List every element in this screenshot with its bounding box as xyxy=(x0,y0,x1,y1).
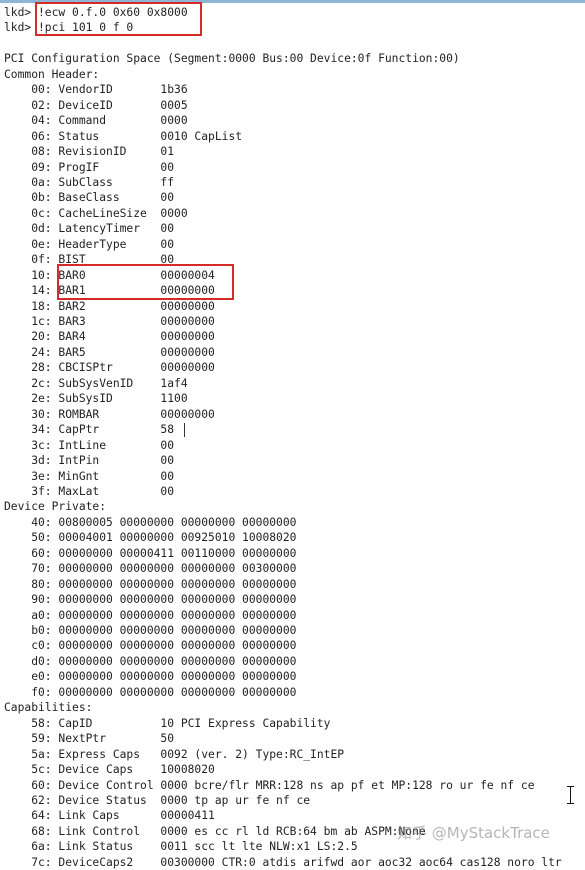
console-line[interactable]: Common Header: xyxy=(4,67,99,83)
console-line[interactable]: 02: DeviceID 0005 xyxy=(4,98,187,114)
console-line[interactable]: 6a: Link Status 0011 scc lt lte NLW:x1 L… xyxy=(4,839,357,855)
console-line[interactable]: 1c: BAR3 00000000 xyxy=(4,314,215,330)
console-line[interactable]: 3c: IntLine 00 xyxy=(4,438,174,454)
console-line[interactable]: 0c: CacheLineSize 0000 xyxy=(4,206,187,222)
console-line[interactable]: 70: 00000000 00000000 00000000 00300000 xyxy=(4,561,296,577)
console-line[interactable]: 0d: LatencyTimer 00 xyxy=(4,221,174,237)
console-line[interactable]: 60: Device Control 0000 bcre/flr MRR:128… xyxy=(4,778,534,794)
console-line[interactable]: b0: 00000000 00000000 00000000 00000000 xyxy=(4,623,296,639)
console-line[interactable]: 62: Device Status 0000 tp ap ur fe nf ce xyxy=(4,793,310,809)
console-line[interactable]: 00: VendorID 1b36 xyxy=(4,82,187,98)
console-line[interactable]: 08: RevisionID 01 xyxy=(4,144,174,160)
command-highlight-box xyxy=(35,2,202,36)
console-line[interactable]: 50: 00004001 00000000 00925010 10008020 xyxy=(4,530,296,546)
console-line[interactable]: 2c: SubSysVenID 1af4 xyxy=(4,376,187,392)
console-line[interactable]: 68: Link Control 0000 es cc rl ld RCB:64… xyxy=(4,824,425,840)
ibeam-cursor-icon xyxy=(566,786,575,804)
bar-registers-highlight-box xyxy=(57,264,234,300)
console-line[interactable]: d0: 00000000 00000000 00000000 00000000 xyxy=(4,654,296,670)
console-line[interactable]: 0b: BaseClass 00 xyxy=(4,190,174,206)
console-line[interactable]: 18: BAR2 00000000 xyxy=(4,299,215,315)
console-line[interactable]: 90: 00000000 00000000 00000000 00000000 xyxy=(4,592,296,608)
console-line[interactable]: 7c: DeviceCaps2 00300000 CTR:0 atdis ari… xyxy=(4,855,562,870)
console-line[interactable]: 60: 00000000 00000411 00110000 00000000 xyxy=(4,546,296,562)
console-line[interactable]: 3d: IntPin 00 xyxy=(4,453,174,469)
console-line[interactable]: 80: 00000000 00000000 00000000 00000000 xyxy=(4,577,296,593)
console-line[interactable]: 0e: HeaderType 00 xyxy=(4,237,174,253)
console-line[interactable]: 20: BAR4 00000000 xyxy=(4,329,215,345)
console-line[interactable]: 09: ProgIF 00 xyxy=(4,160,174,176)
console-line[interactable]: Capabilities: xyxy=(4,700,92,716)
console-line[interactable]: 5c: Device Caps 10008020 xyxy=(4,762,215,778)
console-line[interactable]: 0a: SubClass ff xyxy=(4,175,174,191)
console-line[interactable]: 30: ROMBAR 00000000 xyxy=(4,407,215,423)
console-line[interactable]: 58: CapID 10 PCI Express Capability xyxy=(4,716,330,732)
console-line[interactable]: f0: 00000000 00000000 00000000 00000000 xyxy=(4,685,296,701)
text-cursor xyxy=(184,423,185,437)
console-line[interactable]: PCI Configuration Space (Segment:0000 Bu… xyxy=(4,51,460,67)
console-line[interactable]: 04: Command 0000 xyxy=(4,113,187,129)
console-line[interactable]: 2e: SubSysID 1100 xyxy=(4,391,187,407)
console-line[interactable]: 24: BAR5 00000000 xyxy=(4,345,215,361)
console-line[interactable]: Device Private: xyxy=(4,499,106,515)
console-line[interactable]: 3f: MaxLat 00 xyxy=(4,484,174,500)
console-line[interactable]: 64: Link Caps 00000411 xyxy=(4,808,215,824)
console-line[interactable]: 59: NextPtr 50 xyxy=(4,731,174,747)
console-line[interactable]: 28: CBCISPtr 00000000 xyxy=(4,360,215,376)
console-line[interactable]: a0: 00000000 00000000 00000000 00000000 xyxy=(4,608,296,624)
console-line[interactable]: e0: 00000000 00000000 00000000 00000000 xyxy=(4,669,296,685)
console-line[interactable]: 3e: MinGnt 00 xyxy=(4,469,174,485)
console-line[interactable]: 34: CapPtr 58 xyxy=(4,422,174,438)
console-line[interactable]: c0: 00000000 00000000 00000000 00000000 xyxy=(4,638,296,654)
console-line[interactable]: 5a: Express Caps 0092 (ver. 2) Type:RC_I… xyxy=(4,747,344,763)
console-line[interactable]: 40: 00800005 00000000 00000000 00000000 xyxy=(4,515,296,531)
watermark: 知乎 @MyStackTrace xyxy=(397,824,550,842)
console-line[interactable]: 06: Status 0010 CapList xyxy=(4,129,242,145)
